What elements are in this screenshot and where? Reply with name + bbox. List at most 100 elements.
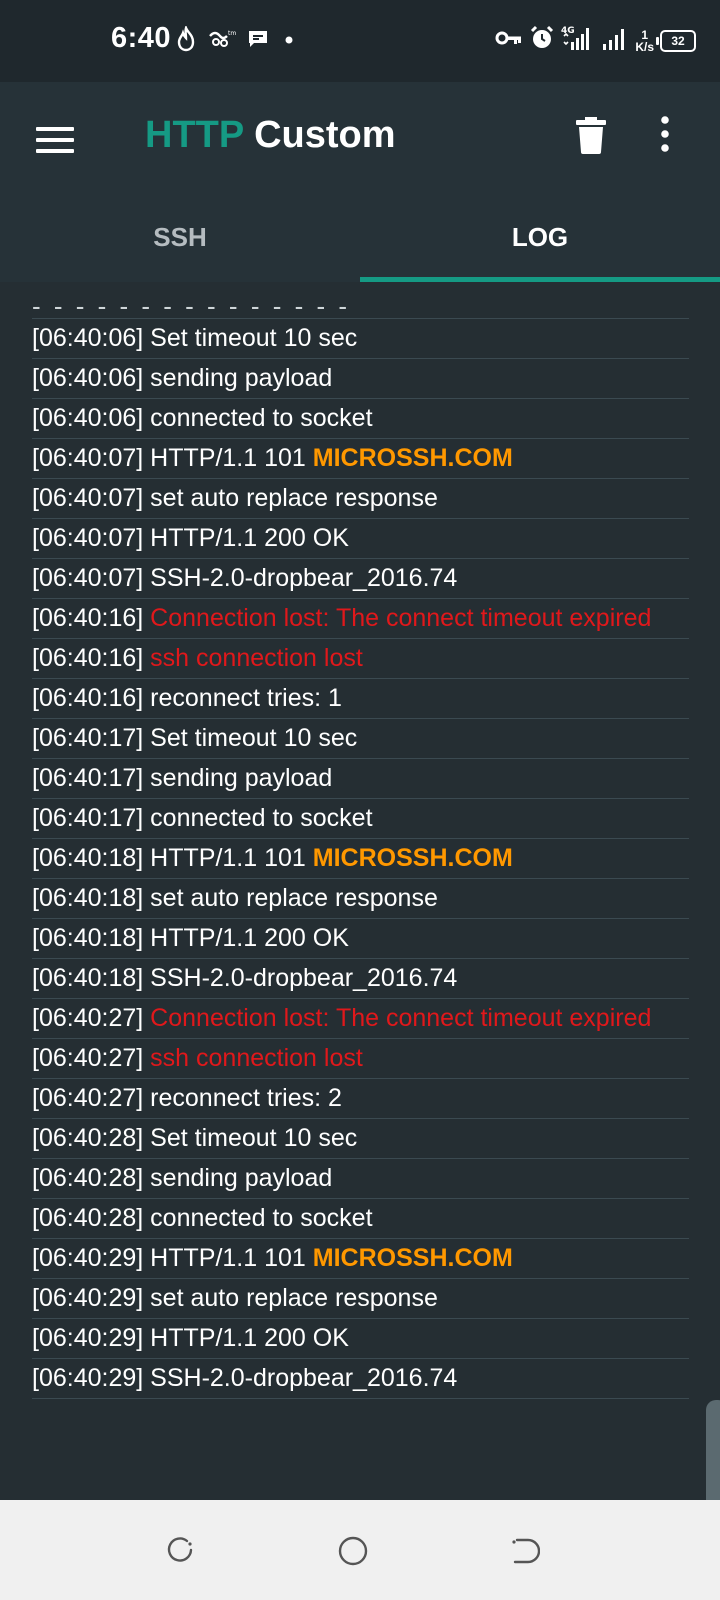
log-timestamp: [06:40:06]: [32, 324, 144, 352]
log-highlight: MICROSSH.COM: [312, 844, 513, 872]
log-row-partial: [32, 302, 689, 319]
log-message: HTTP/1.1 101: [150, 1244, 306, 1272]
log-timestamp: [06:40:28]: [32, 1124, 144, 1152]
log-timestamp: [06:40:06]: [32, 404, 144, 432]
menu-icon[interactable]: [36, 122, 76, 162]
app-title-part1: HTTP: [145, 114, 244, 156]
log-timestamp: [06:40:29]: [32, 1284, 144, 1312]
log-message: SSH-2.0-dropbear_2016.74: [150, 964, 458, 992]
log-row: [06:40:16] reconnect tries: 1: [32, 679, 689, 719]
dot-icon: [279, 33, 299, 51]
tab-ssh[interactable]: SSH: [0, 192, 360, 282]
log-message: set auto replace response: [150, 884, 438, 912]
log-timestamp: [06:40:17]: [32, 724, 144, 752]
speed-unit: K/s: [635, 39, 654, 54]
log-message: sending payload: [150, 764, 333, 792]
svg-text:4G: 4G: [561, 26, 575, 36]
log-message: set auto replace response: [150, 484, 438, 512]
log-row: [06:40:16] Connection lost: The connect …: [32, 599, 689, 639]
notification-icons: tm: [175, 24, 299, 57]
log-row: [06:40:28] sending payload: [32, 1159, 689, 1199]
log-timestamp: [06:40:16]: [32, 644, 144, 672]
log-message: HTTP/1.1 101: [150, 844, 306, 872]
trash-icon[interactable]: [576, 116, 606, 156]
signal-icon: [601, 26, 629, 55]
log-timestamp: [06:40:27]: [32, 1084, 144, 1112]
tab-log[interactable]: LOG: [360, 192, 720, 282]
log-timestamp: [06:40:18]: [32, 844, 144, 872]
log-timestamp: [06:40:16]: [32, 604, 144, 632]
log-row: [06:40:16] ssh connection lost: [32, 639, 689, 679]
log-message: HTTP/1.1 200 OK: [150, 924, 349, 952]
recents-icon[interactable]: [166, 1536, 196, 1566]
log-error-message: ssh connection lost: [150, 1044, 363, 1072]
log-row: [06:40:29] set auto replace response: [32, 1279, 689, 1319]
log-row: [06:40:27] reconnect tries: 2: [32, 1079, 689, 1119]
log-timestamp: [06:40:18]: [32, 884, 144, 912]
signal-4g-icon: 4G: [561, 24, 595, 57]
log-message: Set timeout 10 sec: [150, 724, 358, 752]
log-timestamp: [06:40:18]: [32, 924, 144, 952]
log-row: [06:40:27] Connection lost: The connect …: [32, 999, 689, 1039]
log-timestamp: [06:40:28]: [32, 1164, 144, 1192]
log-row: [06:40:17] sending payload: [32, 759, 689, 799]
log-row: [06:40:18] set auto replace response: [32, 879, 689, 919]
log-message: HTTP/1.1 200 OK: [150, 1324, 349, 1352]
log-row: [06:40:17] Set timeout 10 sec: [32, 719, 689, 759]
app-title: HTTP Custom: [145, 114, 396, 157]
home-icon[interactable]: [338, 1536, 368, 1566]
log-row: [06:40:28] connected to socket: [32, 1199, 689, 1239]
log-timestamp: [06:40:07]: [32, 484, 144, 512]
log-message: HTTP/1.1 200 OK: [150, 524, 349, 552]
log-timestamp: [06:40:06]: [32, 364, 144, 392]
log-entries: [06:40:06] Set timeout 10 sec[06:40:06] …: [32, 302, 689, 1399]
log-error-message: ssh connection lost: [150, 644, 363, 672]
log-timestamp: [06:40:27]: [32, 1044, 144, 1072]
status-time: 6:40: [111, 22, 172, 54]
back-icon[interactable]: [510, 1536, 541, 1566]
log-error-message: Connection lost: The connect timeout exp…: [150, 604, 652, 632]
log-row: [06:40:07] HTTP/1.1 101 MICROSSH.COM: [32, 439, 689, 479]
system-icons: 4G 1 K/s 32: [495, 24, 696, 57]
log-message: reconnect tries: 2: [150, 1084, 342, 1112]
alarm-icon: [529, 25, 555, 56]
speed-value: 1: [641, 27, 648, 42]
log-row: [06:40:18] HTTP/1.1 200 OK: [32, 919, 689, 959]
log-message: sending payload: [150, 1164, 333, 1192]
log-message: SSH-2.0-dropbear_2016.74: [150, 1364, 458, 1392]
app-bar: HTTP Custom SSH LOG: [0, 82, 720, 282]
log-timestamp: [06:40:29]: [32, 1364, 144, 1392]
log-row: [06:40:18] HTTP/1.1 101 MICROSSH.COM: [32, 839, 689, 879]
svg-text:tm: tm: [228, 30, 236, 37]
tab-bar: SSH LOG: [0, 192, 720, 282]
log-list[interactable]: [06:40:06] Set timeout 10 sec[06:40:06] …: [0, 282, 720, 1500]
message-icon: [247, 29, 269, 54]
log-timestamp: [06:40:29]: [32, 1244, 144, 1272]
battery-icon: 32: [656, 29, 696, 52]
log-error-message: Connection lost: The connect timeout exp…: [150, 1004, 652, 1032]
log-timestamp: [06:40:29]: [32, 1324, 144, 1352]
log-message: reconnect tries: 1: [150, 684, 342, 712]
more-vert-icon[interactable]: [660, 116, 680, 156]
vpn-key-icon: [495, 28, 523, 53]
log-highlight: MICROSSH.COM: [312, 444, 513, 472]
log-message: sending payload: [150, 364, 333, 392]
log-row: [06:40:18] SSH-2.0-dropbear_2016.74: [32, 959, 689, 999]
log-row: [06:40:29] HTTP/1.1 101 MICROSSH.COM: [32, 1239, 689, 1279]
log-row: [06:40:06] Set timeout 10 sec: [32, 319, 689, 359]
log-message: HTTP/1.1 101: [150, 444, 306, 472]
log-message: SSH-2.0-dropbear_2016.74: [150, 564, 458, 592]
navigation-bar: [0, 1500, 720, 1600]
log-timestamp: [06:40:27]: [32, 1004, 144, 1032]
log-message: Set timeout 10 sec: [150, 1124, 358, 1152]
log-timestamp: [06:40:07]: [32, 564, 144, 592]
scrollbar-handle[interactable]: [706, 1400, 720, 1500]
app-title-part2: Custom: [254, 114, 396, 156]
log-timestamp: [06:40:16]: [32, 684, 144, 712]
log-message: connected to socket: [150, 804, 373, 832]
log-timestamp: [06:40:18]: [32, 964, 144, 992]
log-message: Set timeout 10 sec: [150, 324, 358, 352]
log-timestamp: [06:40:17]: [32, 804, 144, 832]
log-timestamp: [06:40:07]: [32, 444, 144, 472]
status-bar: 6:40 tm 4G 1 K/s 32: [0, 0, 720, 82]
